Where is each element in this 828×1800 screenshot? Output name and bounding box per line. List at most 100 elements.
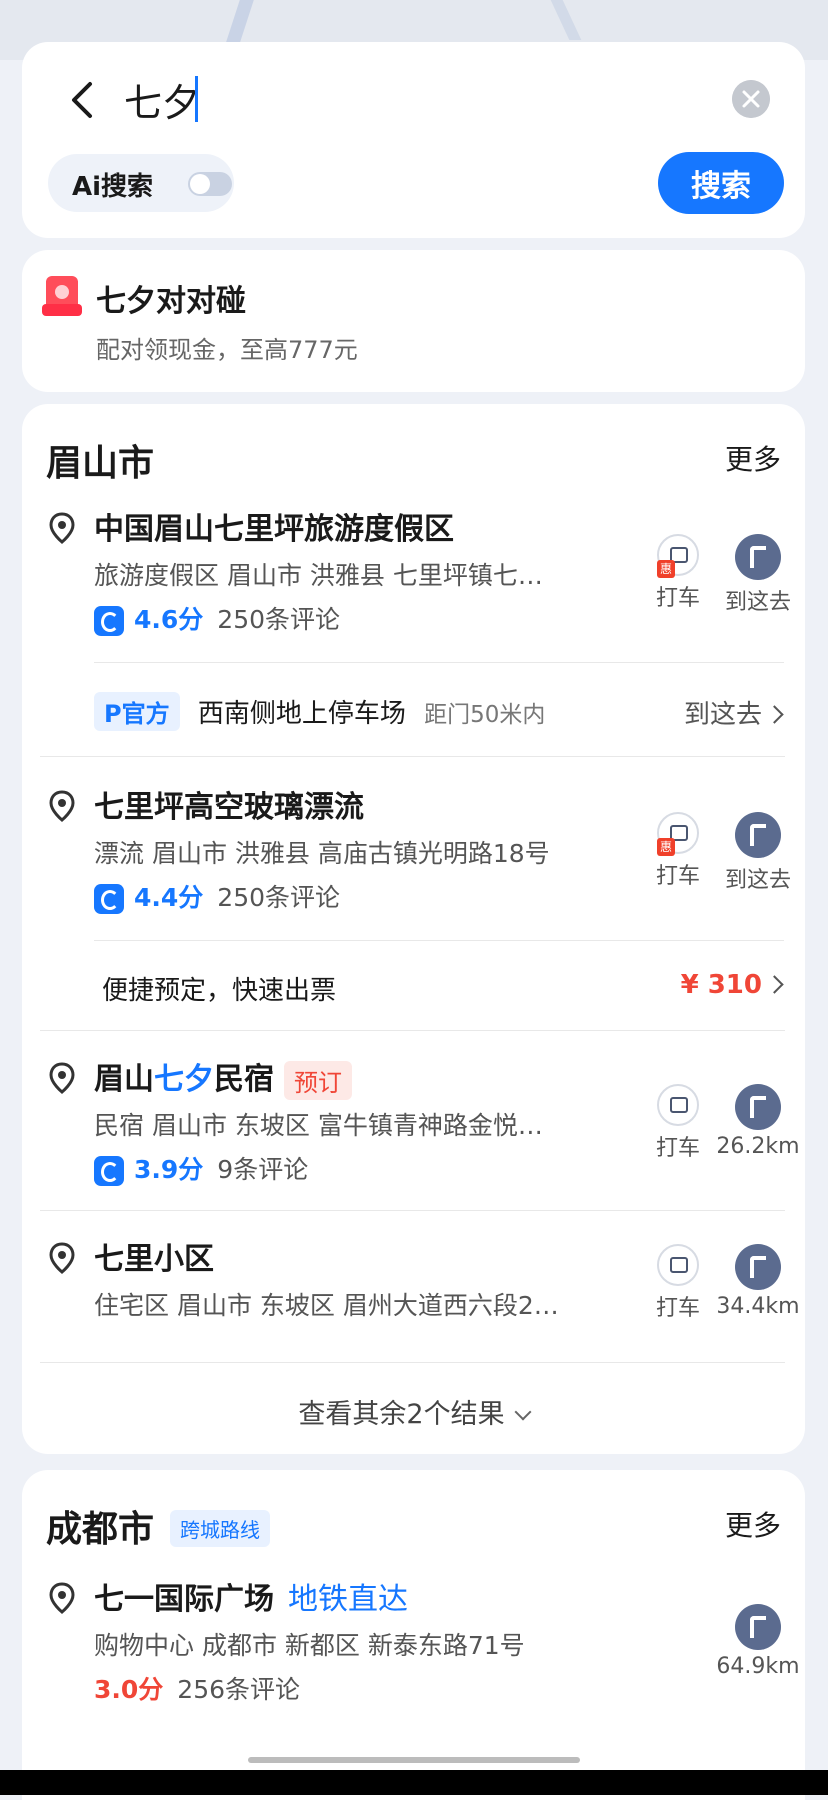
- go-here-label: 到这去: [724, 590, 791, 615]
- location-pin-icon: [49, 1242, 75, 1274]
- navigate-icon: [735, 1604, 781, 1650]
- rating-score: 3.0分: [94, 1675, 164, 1704]
- divider: [40, 1210, 785, 1211]
- navigate-icon: [735, 1084, 781, 1130]
- parking-name: 西南侧地上停车场: [197, 699, 406, 729]
- rating-row: 4.4分 250条评论: [94, 878, 340, 914]
- red-packet-icon: [42, 276, 82, 316]
- poi-address: 民宿 眉山市 东坡区 富牛镇青神路金悦…: [94, 1111, 543, 1140]
- rating-score: 3.9分: [134, 1155, 204, 1184]
- poi-address: 住宅区 眉山市 东坡区 眉州大道西六段2…: [94, 1291, 559, 1320]
- taxi-button[interactable]: 打车: [638, 1084, 718, 1162]
- ticket-text: 便捷预定，快速出票: [102, 976, 337, 1006]
- text-caret: [195, 76, 198, 122]
- review-count: 9条评论: [217, 1155, 309, 1184]
- taxi-label: 打车: [655, 864, 700, 889]
- parking-row[interactable]: P官方 西南侧地上停车场 距门50米内: [94, 692, 784, 731]
- taxi-label: 打车: [655, 586, 700, 611]
- go-here-button[interactable]: 34.4km: [712, 1244, 804, 1319]
- poi-address: 购物中心 成都市 新都区 新泰东路71号: [94, 1631, 525, 1660]
- taxi-button[interactable]: 惠 打车: [638, 812, 718, 890]
- rating-row: 3.0分 256条评论: [94, 1670, 300, 1706]
- poi-address: 旅游度假区 眉山市 洪雅县 七里坪镇七…: [94, 561, 543, 590]
- go-here-button[interactable]: 26.2km: [712, 1084, 804, 1159]
- ticket-price-link[interactable]: ¥ 310: [680, 970, 784, 1000]
- more-results-label: 查看其余2个结果: [298, 1399, 505, 1430]
- ai-search-toggle[interactable]: Ai搜索: [48, 154, 234, 212]
- poi-name-highlight: 七夕: [154, 1062, 214, 1097]
- official-parking-tag: P官方: [94, 692, 180, 731]
- discount-icon: 惠: [657, 560, 675, 578]
- rating-score: 4.6分: [134, 605, 204, 634]
- distance-label: 26.2km: [716, 1134, 800, 1159]
- taxi-button[interactable]: 打车: [638, 1244, 718, 1322]
- poi-name: 中国眉山七里坪旅游度假区: [94, 512, 454, 547]
- review-count: 250条评论: [217, 883, 341, 912]
- chevron-down-icon: [514, 1403, 532, 1421]
- bottom-bar: [0, 1770, 828, 1795]
- taxi-icon: 惠: [657, 534, 699, 578]
- city-results-meishan: 眉山市 更多 中国眉山七里坪旅游度假区 旅游度假区 眉山市 洪雅县 七里坪镇七……: [22, 404, 805, 1454]
- go-here-button[interactable]: 到这去: [718, 534, 798, 616]
- divider: [94, 662, 784, 663]
- promo-subtitle: 配对领现金，至高777元: [96, 336, 358, 364]
- location-pin-icon: [49, 1582, 75, 1614]
- rating-row: 3.9分 9条评论: [94, 1150, 308, 1186]
- taxi-label: 打车: [655, 1136, 700, 1161]
- navigate-icon: [735, 1244, 781, 1290]
- poi-name-suffix: 民宿: [214, 1062, 274, 1097]
- review-count: 256条评论: [177, 1675, 301, 1704]
- ticket-price: ¥ 310: [680, 970, 762, 1000]
- ai-search-label: Ai搜索: [72, 172, 154, 202]
- search-button[interactable]: 搜索: [658, 152, 784, 214]
- distance-label: 34.4km: [716, 1294, 800, 1319]
- search-panel: Ai搜索 搜索: [22, 42, 805, 238]
- more-results-button[interactable]: 查看其余2个结果: [22, 1392, 805, 1431]
- navigate-icon: [735, 812, 781, 858]
- chevron-right-icon: [765, 705, 784, 724]
- go-here-button[interactable]: 64.9km: [712, 1604, 804, 1679]
- go-here-button[interactable]: 到这去: [718, 812, 798, 894]
- location-pin-icon: [49, 1062, 75, 1094]
- divider: [40, 756, 785, 757]
- poi-name: 七一国际广场 地铁直达: [94, 1574, 408, 1618]
- review-count: 250条评论: [217, 605, 341, 634]
- ai-search-switch[interactable]: [188, 172, 232, 196]
- parking-go-link[interactable]: 到这去: [683, 694, 784, 731]
- switch-knob: [190, 174, 210, 194]
- taxi-label: 打车: [655, 1296, 700, 1321]
- city-title: 眉山市: [46, 443, 155, 484]
- promo-banner[interactable]: 七夕对对碰 配对领现金，至高777元: [22, 250, 805, 392]
- promo-title: 七夕对对碰: [96, 284, 246, 319]
- taxi-icon: 惠: [657, 812, 699, 856]
- taxi-button[interactable]: 惠 打车: [638, 534, 718, 612]
- rating-icon: [94, 606, 124, 636]
- back-arrow-icon[interactable]: [62, 78, 106, 122]
- poi-address: 漂流 眉山市 洪雅县 高庙古镇光明路18号: [94, 839, 550, 868]
- chevron-right-icon: [765, 975, 784, 994]
- discount-icon: 惠: [657, 838, 675, 856]
- rating-icon: [94, 884, 124, 914]
- poi-name-text: 七一国际广场: [94, 1582, 274, 1617]
- taxi-icon: [657, 1244, 699, 1286]
- location-pin-icon: [49, 512, 75, 544]
- booking-tag[interactable]: 预订: [284, 1061, 352, 1100]
- divider: [94, 940, 784, 941]
- rating-icon: [94, 1156, 124, 1186]
- rating-row: 4.6分 250条评论: [94, 600, 340, 636]
- parking-distance: 距门50米内: [424, 702, 546, 728]
- rating-score: 4.4分: [134, 883, 204, 912]
- poi-name-prefix: 眉山: [94, 1062, 154, 1097]
- city-results-chengdu: 成都市 跨城路线 更多 七一国际广场 地铁直达 购物中心 成都市 新都区 新泰东路…: [22, 1470, 805, 1800]
- go-here-label: 到这去: [724, 868, 791, 893]
- taxi-icon: [657, 1084, 699, 1126]
- distance-label: 64.9km: [716, 1654, 800, 1679]
- clear-icon[interactable]: [732, 80, 770, 118]
- intercity-route-tag[interactable]: 跨城路线: [170, 1510, 270, 1547]
- poi-name: 七里坪高空玻璃漂流: [94, 790, 364, 825]
- more-link[interactable]: 更多: [725, 438, 781, 478]
- divider: [40, 1362, 785, 1363]
- more-link[interactable]: 更多: [725, 1504, 781, 1544]
- parking-go-label: 到这去: [683, 700, 762, 730]
- home-indicator[interactable]: [248, 1757, 580, 1763]
